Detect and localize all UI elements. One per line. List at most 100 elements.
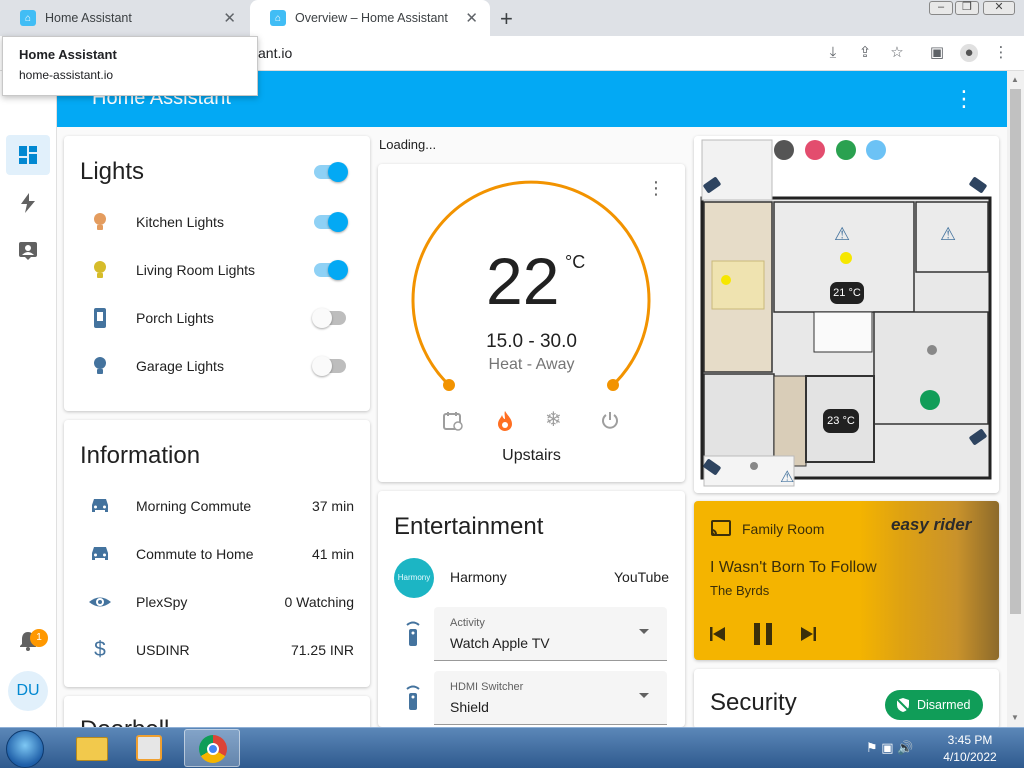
media-source: Family Room	[742, 521, 825, 537]
side-panel-icon[interactable]: ▣	[928, 44, 946, 62]
low-setpoint-handle[interactable]	[443, 379, 455, 391]
harmony-logo: Harmony	[394, 558, 434, 598]
new-tab-button[interactable]: +	[500, 6, 513, 32]
share-icon[interactable]: ⇪	[856, 44, 874, 62]
thermostat-range: 15.0 - 30.0	[486, 331, 577, 352]
harmony-value: YouTube	[613, 569, 669, 585]
floorplan-card[interactable]: ⚠ ⚠ ⚠	[694, 136, 999, 493]
close-tab-icon[interactable]: ✕	[223, 9, 236, 27]
page-scrollbar[interactable]: ▲ ▼	[1007, 71, 1024, 727]
close-tab-icon[interactable]: ✕	[465, 9, 478, 27]
sidebar-item-overview[interactable]	[6, 135, 50, 175]
taskbar-clock-time[interactable]: 3:45 PM	[930, 733, 1010, 747]
bulb-icon	[94, 357, 106, 374]
alarm-status-badge[interactable]: Disarmed	[885, 690, 983, 720]
sidebar-item-profile[interactable]	[6, 231, 50, 271]
activity-select-value: Watch Apple TV	[450, 635, 550, 651]
browser-menu-icon[interactable]: ⋮	[992, 44, 1010, 62]
bookmark-star-icon[interactable]: ☆	[888, 44, 906, 62]
entertainment-card: Entertainment Harmony Harmony YouTube Ac…	[378, 491, 685, 727]
home-status-icon	[836, 140, 856, 160]
thermostat-mode: Heat - Away	[488, 356, 575, 373]
scrollbar-thumb[interactable]	[1010, 89, 1021, 614]
floorplan-temp-upstairs: 21 °C	[830, 282, 864, 304]
minimize-button[interactable]: –	[929, 1, 953, 15]
info-value-commute-home: 41 min	[311, 546, 354, 562]
sidebar-item-energy[interactable]	[6, 183, 50, 223]
information-card: Information Morning Commute 37 min Commu…	[64, 420, 370, 687]
tab-home-assistant[interactable]: ⌂ Home Assistant ✕	[0, 0, 248, 36]
floorplan-temp-downstairs: 23 °C	[823, 409, 859, 433]
download-icon[interactable]: ⤓	[824, 44, 842, 62]
tab-hover-tooltip: Home Assistant home-assistant.io	[2, 36, 258, 96]
scroll-up-icon[interactable]: ▲	[1011, 75, 1019, 84]
security-card-title: Security	[710, 689, 797, 716]
info-label-usdinr: USDINR	[136, 642, 190, 658]
power-off-icon[interactable]	[600, 410, 620, 430]
chrome-icon	[199, 735, 227, 763]
system-tray-icons[interactable]: ⚑ ▣ 🔊	[866, 740, 913, 756]
thermostat-unit: °C	[565, 252, 586, 272]
floorplan-image[interactable]: ⚠ ⚠ ⚠	[694, 136, 999, 493]
restore-button[interactable]: ❐	[955, 1, 979, 15]
heat-flame-icon[interactable]	[495, 410, 515, 432]
taskbar-clock-date[interactable]: 4/10/2022	[930, 750, 1010, 764]
album-art: easy rider	[859, 501, 999, 660]
loading-text: Loading...	[379, 137, 437, 152]
start-button[interactable]	[6, 730, 44, 768]
tab-title: Home Assistant	[45, 11, 132, 25]
cool-snowflake-icon[interactable]: ❄	[545, 407, 562, 432]
media-player-taskbar-button[interactable]	[122, 729, 178, 767]
activity-select-label: Activity	[450, 617, 485, 629]
hdmi-select-label: HDMI Switcher	[450, 681, 524, 693]
close-window-button[interactable]: ✕	[983, 1, 1015, 15]
high-setpoint-handle[interactable]	[607, 379, 619, 391]
car-icon	[92, 499, 108, 512]
tooltip-domain: home-assistant.io	[19, 68, 114, 82]
profile-card-icon	[19, 242, 37, 260]
svg-text:⚠: ⚠	[940, 224, 956, 245]
cast-icon	[711, 520, 731, 536]
entertainment-card-title: Entertainment	[394, 513, 544, 540]
file-explorer-taskbar-button[interactable]	[64, 729, 120, 767]
media-song-title: I Wasn't Born To Follow	[710, 559, 877, 576]
home-assistant-favicon-icon: ⌂	[20, 10, 36, 26]
lights-master-toggle[interactable]	[312, 162, 348, 182]
previous-track-icon[interactable]	[710, 627, 726, 641]
status-icon-2	[805, 140, 825, 160]
album-art-text: easy rider	[891, 515, 972, 534]
tab-overview[interactable]: ⌂ Overview – Home Assistant ✕	[250, 0, 490, 36]
alarm-status-text: Disarmed	[917, 698, 971, 712]
hdmi-switcher-select[interactable]: HDMI Switcher Shield	[434, 671, 667, 725]
activity-select[interactable]: Activity Watch Apple TV	[434, 607, 667, 661]
pause-icon[interactable]	[753, 623, 773, 645]
hdmi-select-value: Shield	[450, 699, 489, 715]
shield-off-icon	[896, 698, 910, 712]
toggle-living-room-lights[interactable]	[312, 260, 348, 280]
schedule-icon[interactable]	[442, 410, 464, 432]
toggle-kitchen-lights[interactable]	[312, 212, 348, 232]
address-bar[interactable]: ant.io	[258, 45, 292, 61]
energy-bolt-icon	[21, 193, 35, 213]
next-track-icon[interactable]	[800, 627, 816, 641]
light-label-porch: Porch Lights	[136, 310, 214, 326]
avatar[interactable]: DU	[8, 671, 48, 711]
media-player-card: easy rider Family Room I Wasn't Born To …	[694, 501, 999, 660]
tab-title: Overview – Home Assistant	[295, 11, 448, 25]
sidebar: 1 DU	[0, 71, 57, 727]
remote-icon	[406, 685, 420, 710]
profile-icon[interactable]: ●	[960, 44, 978, 62]
scroll-down-icon[interactable]: ▼	[1011, 713, 1019, 722]
toggle-garage-lights[interactable]	[312, 356, 348, 376]
wall-light-icon	[94, 308, 106, 328]
toggle-porch-lights[interactable]	[312, 308, 348, 328]
bulb-icon	[94, 261, 106, 278]
eye-icon	[89, 597, 111, 607]
lights-card-title: Lights	[80, 158, 145, 185]
overflow-menu-icon[interactable]: ⋮	[953, 86, 975, 112]
tooltip-title: Home Assistant	[19, 47, 117, 62]
chrome-taskbar-button[interactable]	[184, 729, 240, 767]
media-player-icon	[136, 735, 162, 761]
info-label-morning-commute: Morning Commute	[136, 498, 252, 514]
notification-badge: 1	[30, 629, 48, 647]
